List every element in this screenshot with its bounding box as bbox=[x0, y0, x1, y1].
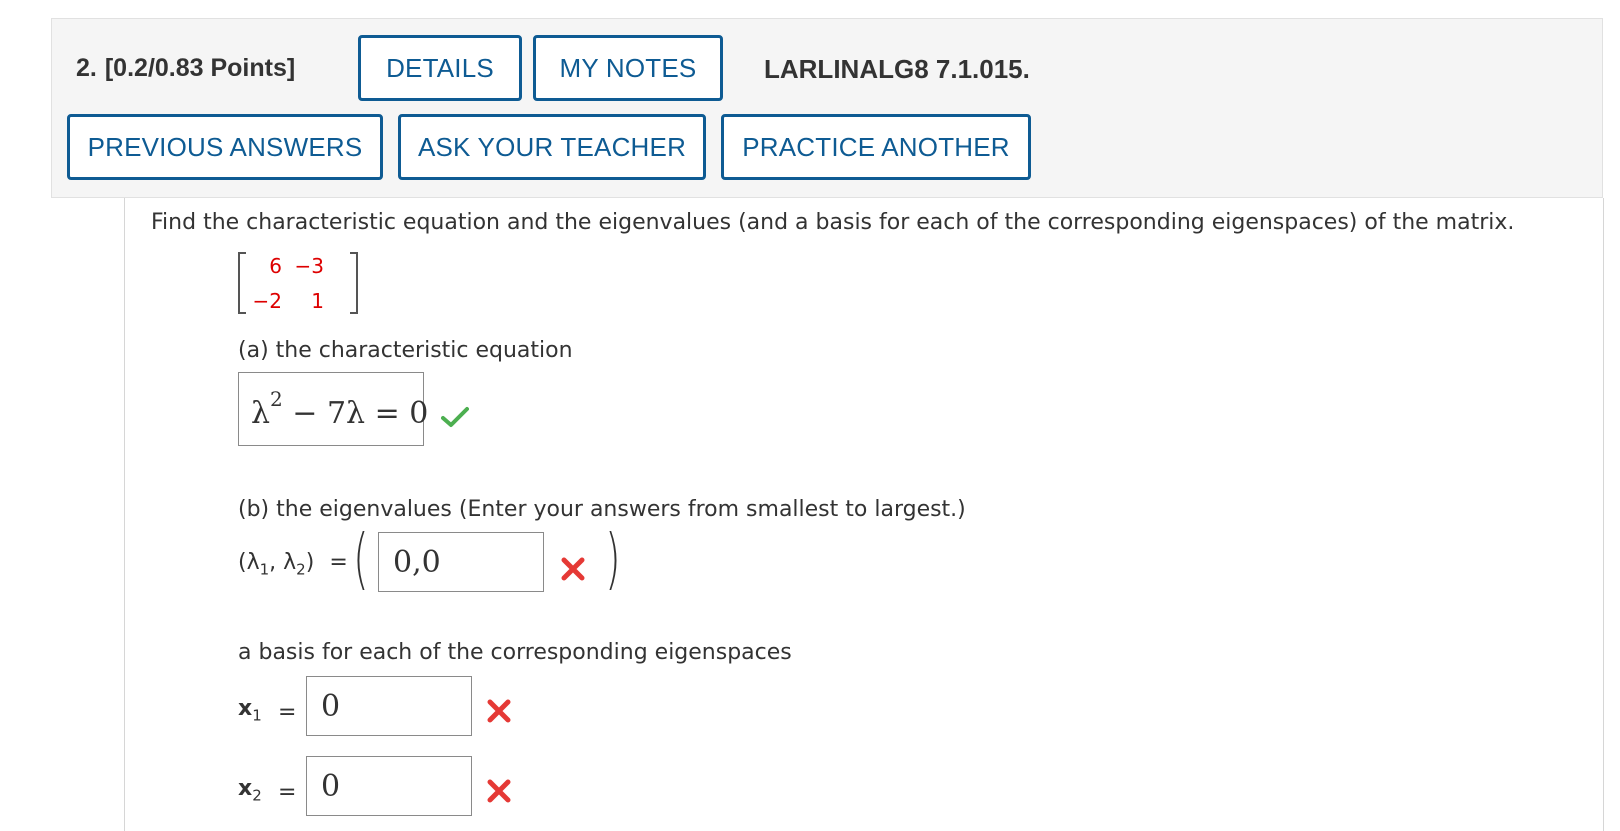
equation-exponent: 2 bbox=[270, 387, 283, 411]
my-notes-button-label: MY NOTES bbox=[559, 52, 697, 83]
correct-check-icon bbox=[441, 407, 469, 427]
lambda-subscript: 2 bbox=[296, 560, 306, 579]
basis-label: a basis for each of the corresponding ei… bbox=[238, 640, 792, 665]
x2-input[interactable]: 0 bbox=[306, 756, 472, 816]
details-button-label: DETAILS bbox=[386, 52, 494, 83]
equals-sign: = bbox=[278, 780, 297, 805]
vector-subscript: 2 bbox=[252, 786, 262, 805]
right-paren: ) bbox=[605, 520, 621, 597]
practice-another-button-label: PRACTICE ANOTHER bbox=[742, 131, 1010, 162]
matrix: 6 −3 −2 1 bbox=[238, 252, 358, 316]
vector-name: x bbox=[238, 776, 253, 801]
question-number: 2. [0.2/0.83 Points] bbox=[76, 54, 295, 83]
lambda-open: (λ bbox=[238, 550, 260, 575]
problem-reference: LARLINALG8 7.1.015. bbox=[764, 54, 1030, 84]
equation-lambda: λ bbox=[251, 396, 271, 431]
x1-input[interactable]: 0 bbox=[306, 676, 472, 736]
matrix-entry: 1 bbox=[311, 289, 324, 313]
matrix-right-bracket bbox=[350, 252, 358, 314]
left-paren: ( bbox=[353, 520, 369, 597]
incorrect-x-icon bbox=[487, 699, 511, 723]
ask-your-teacher-button[interactable]: ASK YOUR TEACHER bbox=[398, 114, 706, 180]
characteristic-equation-value: λ2 − 7λ = 0 bbox=[251, 387, 429, 431]
equals-sign: = bbox=[329, 550, 348, 575]
equation-rest: − 7λ = 0 bbox=[282, 396, 429, 431]
lambda-subscript: 1 bbox=[259, 560, 270, 579]
matrix-left-bracket bbox=[238, 252, 246, 314]
characteristic-equation-field[interactable]: λ2 − 7λ = 0 bbox=[238, 372, 428, 446]
lambda-mid: , λ bbox=[269, 550, 297, 575]
problem-prompt: Find the characteristic equation and the… bbox=[151, 210, 1515, 235]
part-b-label: (b) the eigenvalues (Enter your answers … bbox=[238, 497, 966, 522]
points-label: [0.2/0.83 Points] bbox=[104, 54, 296, 82]
question-number-text: 2. bbox=[76, 54, 97, 82]
x1-label: x1 bbox=[238, 696, 262, 724]
x2-label: x2 bbox=[238, 776, 262, 804]
equals-sign: = bbox=[278, 700, 297, 725]
content-left-border bbox=[124, 198, 125, 831]
part-a-label: (a) the characteristic equation bbox=[238, 338, 573, 363]
matrix-entry: −3 bbox=[294, 254, 324, 278]
matrix-entry: 6 bbox=[269, 254, 282, 278]
vector-name: x bbox=[238, 696, 253, 721]
content-right-border bbox=[1603, 198, 1604, 831]
ask-your-teacher-button-label: ASK YOUR TEACHER bbox=[417, 131, 687, 162]
previous-answers-button[interactable]: PREVIOUS ANSWERS bbox=[67, 114, 383, 180]
practice-another-button[interactable]: PRACTICE ANOTHER bbox=[721, 114, 1031, 180]
previous-answers-button-label: PREVIOUS ANSWERS bbox=[87, 131, 363, 162]
eigenvalue-pair-label: (λ1, λ2) = bbox=[238, 550, 348, 578]
incorrect-x-icon bbox=[487, 779, 511, 803]
lambda-close: ) bbox=[305, 550, 315, 575]
details-button[interactable]: DETAILS bbox=[358, 35, 522, 101]
matrix-entry: −2 bbox=[252, 289, 282, 313]
my-notes-button[interactable]: MY NOTES bbox=[533, 35, 723, 101]
eigenvalues-input[interactable]: 0,0 bbox=[378, 532, 544, 592]
incorrect-x-icon bbox=[561, 557, 585, 581]
vector-subscript: 1 bbox=[252, 706, 262, 725]
